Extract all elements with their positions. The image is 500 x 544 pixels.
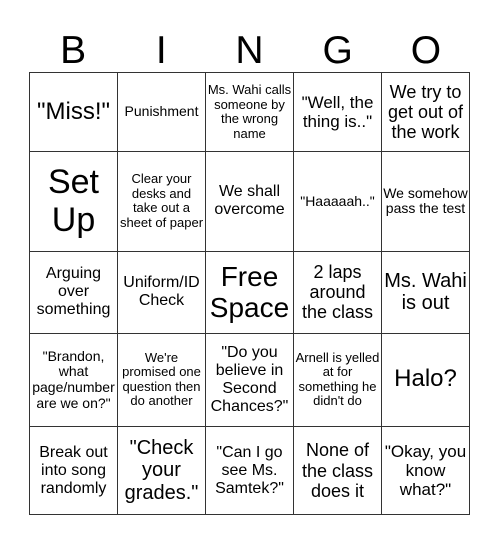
board-row: Set Up Clear your desks and take out a s…: [29, 151, 470, 252]
bingo-cell[interactable]: Arguing over something: [29, 250, 118, 334]
bingo-cell[interactable]: Set Up: [29, 151, 118, 252]
bingo-cell[interactable]: We somehow pass the test: [381, 151, 470, 252]
header-letter-i: I: [155, 29, 167, 72]
bingo-cell[interactable]: Punishment: [117, 71, 206, 153]
board-row: "Brandon, what page/number are we on?" W…: [29, 332, 470, 428]
bingo-cell[interactable]: "Brandon, what page/number are we on?": [29, 332, 118, 428]
bingo-cell[interactable]: "Do you believe in Second Chances?": [205, 332, 294, 428]
board-row: "Miss!" Punishment Ms. Wahi calls someon…: [29, 71, 470, 153]
bingo-cell[interactable]: "Miss!": [29, 71, 118, 153]
header-letter-g: G: [322, 29, 353, 72]
bingo-cell[interactable]: Break out into song randomly: [29, 426, 118, 515]
bingo-cell[interactable]: 2 laps around the class: [293, 250, 382, 334]
bingo-cell[interactable]: None of the class does it: [293, 426, 382, 515]
bingo-cell[interactable]: "Can I go see Ms. Samtek?": [205, 426, 294, 515]
bingo-cell[interactable]: Clear your desks and take out a sheet of…: [117, 151, 206, 252]
bingo-cell[interactable]: We shall overcome: [205, 151, 294, 252]
bingo-cell[interactable]: "Okay, you know what?": [381, 426, 470, 515]
bingo-cell[interactable]: We're promised one question then do anot…: [117, 332, 206, 428]
board-row: Break out into song randomly "Check your…: [29, 426, 470, 515]
bingo-cell[interactable]: "Haaaaah..": [293, 151, 382, 252]
bingo-cell[interactable]: Ms. Wahi is out: [381, 250, 470, 334]
board-row: Arguing over something Uniform/ID Check …: [29, 250, 470, 334]
bingo-cell[interactable]: "Well, the thing is..": [293, 71, 382, 153]
bingo-cell[interactable]: Arnell is yelled at for something he did…: [293, 332, 382, 428]
header-letter-b: B: [60, 29, 87, 72]
bingo-cell[interactable]: Uniform/ID Check: [117, 250, 206, 334]
bingo-header: B I N G O: [29, 30, 470, 72]
bingo-cell[interactable]: Halo?: [381, 332, 470, 428]
header-letter-o: O: [410, 29, 442, 72]
bingo-cell[interactable]: Ms. Wahi calls someone by the wrong name: [205, 71, 294, 153]
header-letter-n: N: [235, 29, 264, 72]
bingo-cell[interactable]: We try to get out of the work: [381, 71, 470, 153]
bingo-cell[interactable]: "Check your grades.": [117, 426, 206, 515]
bingo-board: "Miss!" Punishment Ms. Wahi calls someon…: [29, 71, 470, 515]
free-space-cell[interactable]: Free Space: [205, 250, 294, 334]
